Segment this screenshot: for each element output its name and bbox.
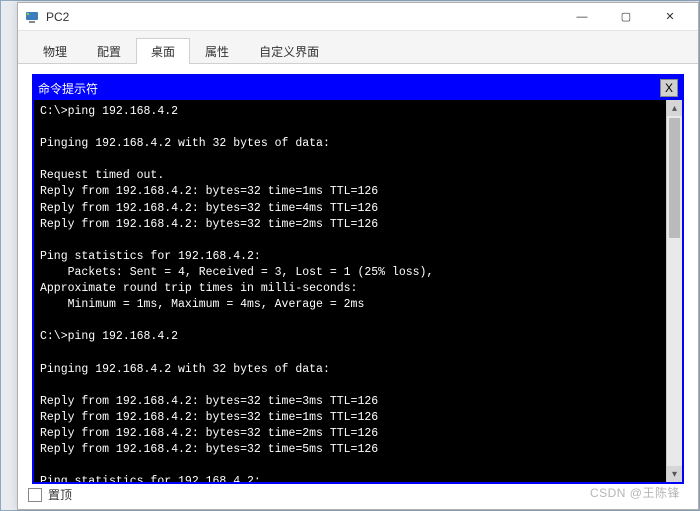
terminal-titlebar[interactable]: 命令提示符 X xyxy=(34,76,682,100)
tab-desktop[interactable]: 桌面 xyxy=(136,38,190,64)
scroll-up-button[interactable]: ▴ xyxy=(667,100,682,116)
tab-attributes[interactable]: 属性 xyxy=(190,38,244,64)
terminal-window: 命令提示符 X C:\>ping 192.168.4.2 Pinging 192… xyxy=(32,74,684,484)
terminal-body-wrap: C:\>ping 192.168.4.2 Pinging 192.168.4.2… xyxy=(34,100,682,482)
tabs: 物理 配置 桌面 属性 自定义界面 xyxy=(18,31,698,64)
always-on-top-label: 置顶 xyxy=(48,486,72,503)
terminal-title: 命令提示符 xyxy=(38,80,660,97)
terminal-output[interactable]: C:\>ping 192.168.4.2 Pinging 192.168.4.2… xyxy=(34,100,682,482)
minimize-button[interactable]: — xyxy=(560,4,604,30)
app-window: PC2 — ▢ ✕ 物理 配置 桌面 属性 自定义界面 命令提示符 X C:\>… xyxy=(17,2,699,510)
scrollbar[interactable]: ▴ ▾ xyxy=(666,100,682,482)
outer-frame: PC2 — ▢ ✕ 物理 配置 桌面 属性 自定义界面 命令提示符 X C:\>… xyxy=(0,0,700,511)
window-controls: — ▢ ✕ xyxy=(560,4,692,30)
maximize-button[interactable]: ▢ xyxy=(604,4,648,30)
tab-physical[interactable]: 物理 xyxy=(28,38,82,64)
tab-config[interactable]: 配置 xyxy=(82,38,136,64)
window-title: PC2 xyxy=(46,10,560,24)
scroll-thumb[interactable] xyxy=(669,118,680,238)
scroll-down-button[interactable]: ▾ xyxy=(667,466,682,482)
workspace: 命令提示符 X C:\>ping 192.168.4.2 Pinging 192… xyxy=(18,64,698,492)
footer: 置顶 xyxy=(28,486,72,503)
terminal-close-button[interactable]: X xyxy=(660,79,678,97)
titlebar[interactable]: PC2 — ▢ ✕ xyxy=(18,3,698,31)
close-button[interactable]: ✕ xyxy=(648,4,692,30)
always-on-top-checkbox[interactable] xyxy=(28,488,42,502)
tab-custom-ui[interactable]: 自定义界面 xyxy=(244,38,334,64)
app-icon xyxy=(24,9,40,25)
